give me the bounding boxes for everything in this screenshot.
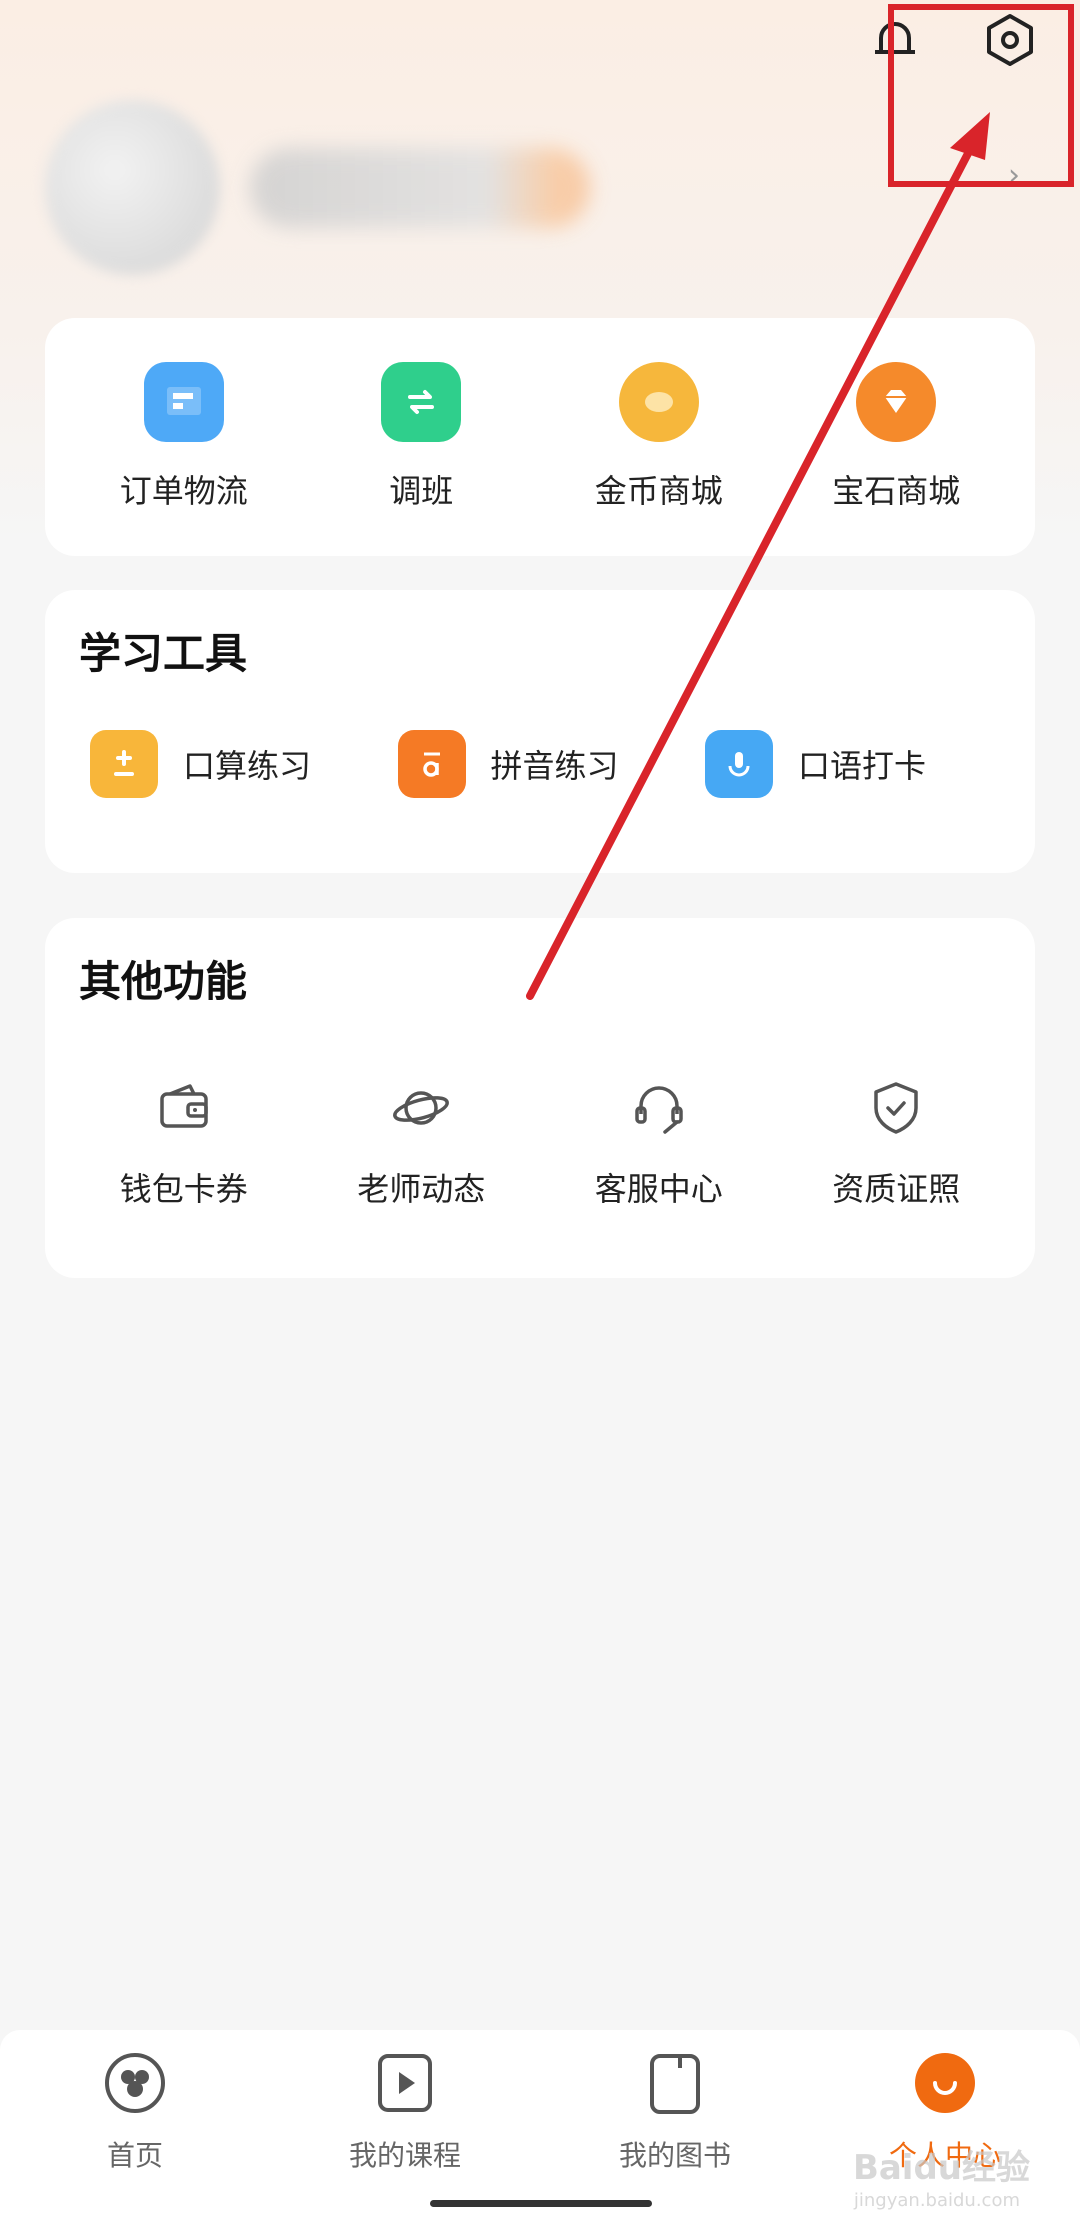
watermark-logo: Baidu经验 bbox=[852, 2148, 1030, 2188]
tab-home[interactable]: 首页 bbox=[35, 2050, 235, 2237]
other-label: 老师动态 bbox=[357, 1170, 486, 1208]
tab-my-books[interactable]: 我的图书 bbox=[575, 2050, 775, 2237]
book-icon bbox=[642, 2050, 708, 2120]
tab-label: 我的课程 bbox=[348, 2139, 461, 2172]
other-label: 客服中心 bbox=[594, 1170, 723, 1208]
play-course-icon bbox=[372, 2050, 438, 2120]
home-icon bbox=[102, 2050, 168, 2120]
smile-profile-icon bbox=[912, 2050, 978, 2120]
tab-label: 我的图书 bbox=[618, 2139, 731, 2172]
other-label: 钱包卡券 bbox=[119, 1170, 248, 1208]
tab-my-courses[interactable]: 我的课程 bbox=[305, 2050, 505, 2237]
tab-label: 首页 bbox=[106, 2139, 163, 2172]
home-indicator bbox=[430, 2200, 652, 2207]
watermark-url: jingyan.baidu.com bbox=[853, 2190, 1020, 2211]
other-label: 资质证照 bbox=[832, 1170, 961, 1208]
annotation-arrow bbox=[526, 112, 990, 1000]
